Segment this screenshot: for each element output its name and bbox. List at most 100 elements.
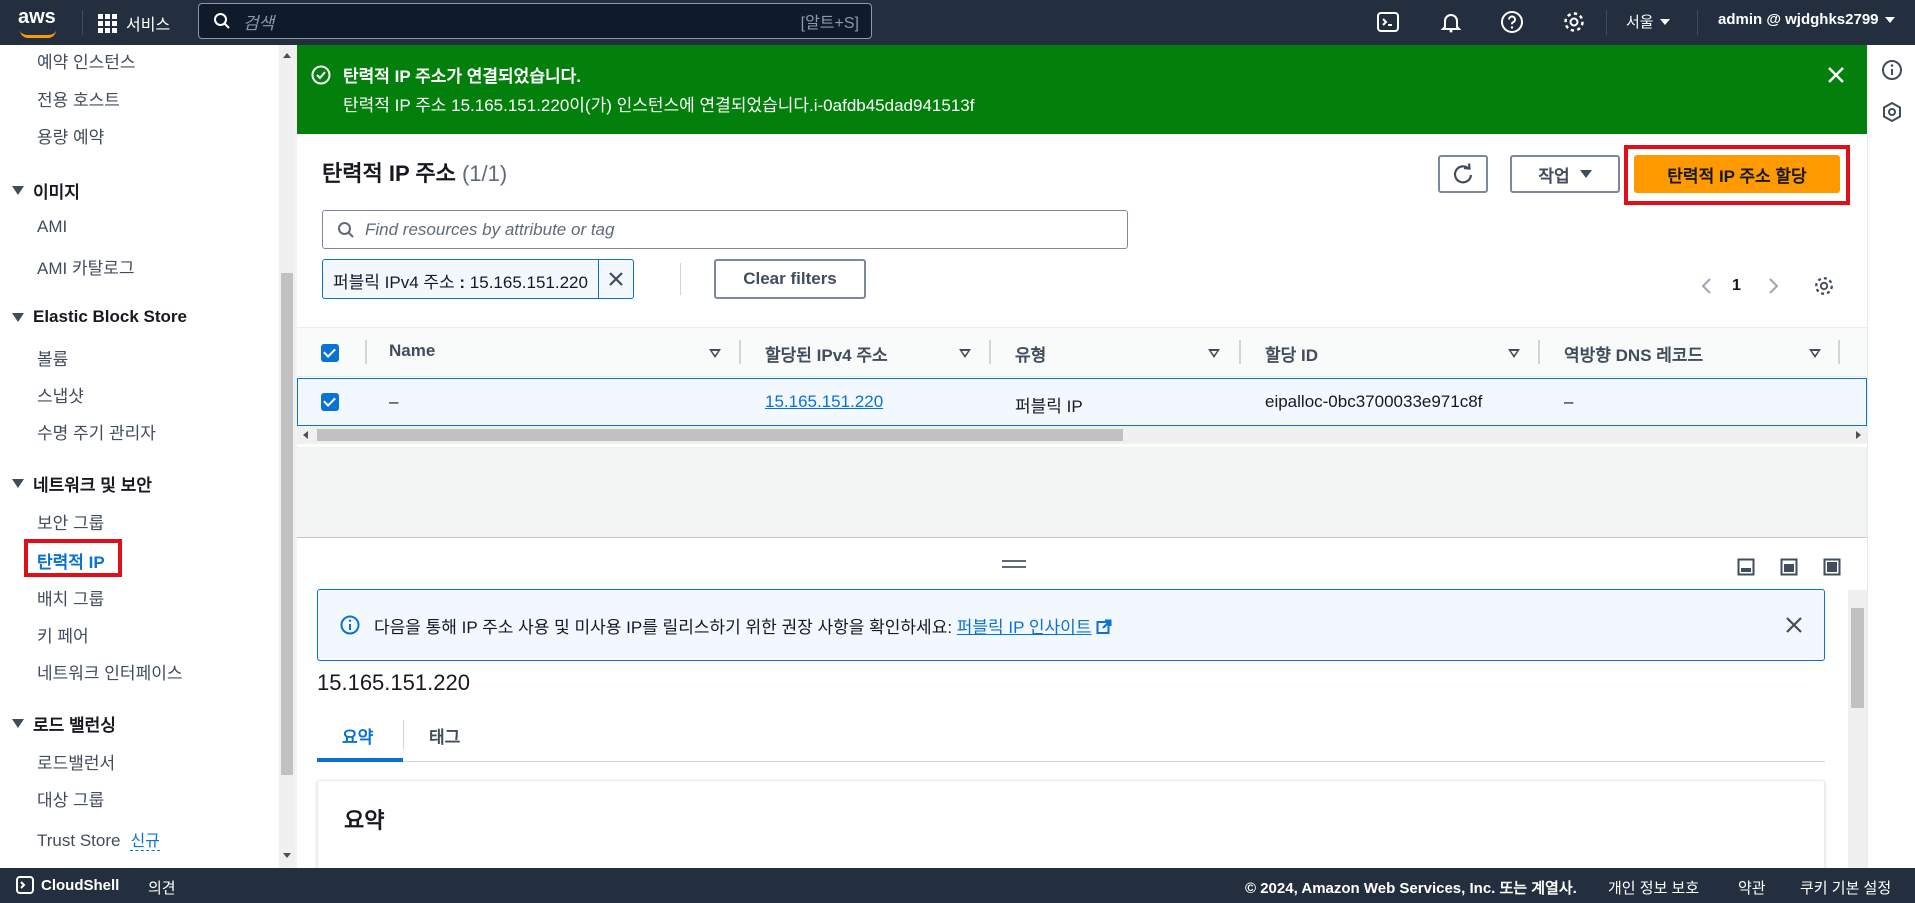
scroll-right-arrow-icon[interactable] <box>1856 431 1861 439</box>
sidebar-item-trust-store[interactable]: Trust Store 신규 <box>37 827 160 851</box>
scrollbar-thumb[interactable] <box>281 273 293 775</box>
triangle-down-icon <box>12 719 24 728</box>
select-all-checkbox[interactable] <box>321 344 339 362</box>
column-header-allocation-id[interactable]: 할당 ID <box>1265 341 1318 366</box>
sidebar-section-title: 네트워크 및 보안 <box>33 476 152 495</box>
sidebar-item-key-pairs[interactable]: 키 페어 <box>37 622 89 647</box>
token-value: 15.165.151.220 <box>469 273 588 292</box>
scroll-down-arrow-icon[interactable] <box>283 853 291 858</box>
table-row[interactable]: – 15.165.151.220 퍼블릭 IP eipalloc-0bc3700… <box>297 378 1867 426</box>
remove-filter-button[interactable] <box>599 260 633 298</box>
panel-full-icon[interactable] <box>1823 558 1841 576</box>
info-alert-text: 다음을 통해 IP 주소 사용 및 미사용 IP를 릴리스하기 위한 권장 사항… <box>374 613 1112 638</box>
search-input[interactable]: 검색 [알트+S] <box>198 3 872 39</box>
table-horizontal-scrollbar[interactable] <box>297 426 1867 444</box>
sidebar-item-network-interfaces[interactable]: 네트워크 인터페이스 <box>37 659 182 684</box>
sort-caret-icon[interactable] <box>959 349 971 358</box>
details-title: 15.165.151.220 <box>317 670 470 695</box>
info-panel-icon[interactable] <box>1881 59 1903 81</box>
sidebar-item-reserved-instances[interactable]: 예약 인스턴스 <box>37 48 136 73</box>
sidebar-section-network-security[interactable]: 네트워크 및 보안 <box>12 471 152 496</box>
scrollbar-thumb[interactable] <box>1851 608 1864 708</box>
sidebar-item-capacity-reservations[interactable]: 용량 예약 <box>37 123 104 148</box>
clear-filters-button[interactable]: Clear filters <box>714 259 866 299</box>
split-panel-scrollbar[interactable] <box>1848 590 1867 868</box>
tab-divider <box>403 720 404 750</box>
token-key: 퍼블릭 IPv4 주소 <box>333 273 455 292</box>
refresh-button[interactable] <box>1438 155 1488 193</box>
column-header-ipv4[interactable]: 할당된 IPv4 주소 <box>765 341 888 366</box>
column-header-reverse-dns[interactable]: 역방향 DNS 레코드 <box>1564 341 1703 366</box>
sidebar-scrollbar[interactable] <box>279 45 295 868</box>
preferences-gear-icon[interactable] <box>1813 275 1835 297</box>
help-icon[interactable] <box>1500 10 1524 34</box>
sidebar-section-images[interactable]: 이미지 <box>12 178 80 203</box>
cookie-preferences-link[interactable]: 쿠키 기본 설정 <box>1800 877 1891 898</box>
resize-handle-icon[interactable] <box>1002 560 1026 568</box>
cell-ipv4-link[interactable]: 15.165.151.220 <box>765 392 883 412</box>
sidebar-item-ami[interactable]: AMI <box>37 217 67 237</box>
sort-caret-icon[interactable] <box>709 349 721 358</box>
info-icon <box>340 615 360 635</box>
services-menu-button[interactable]: 서비스 <box>98 9 170 37</box>
scrollbar-thumb[interactable] <box>317 429 1123 441</box>
column-header-type[interactable]: 유형 <box>1015 341 1046 366</box>
filter-token-label[interactable]: 퍼블릭 IPv4 주소 : 15.165.151.220 <box>323 260 599 298</box>
feedback-link[interactable]: 의견 <box>148 877 176 898</box>
tab-tags[interactable]: 태그 <box>429 723 460 748</box>
chevron-right-icon[interactable] <box>1768 277 1780 295</box>
copyright-text: © 2024, Amazon Web Services, Inc. 또는 계열사… <box>1245 880 1577 897</box>
terms-link[interactable]: 약관 <box>1738 877 1766 898</box>
column-header-name[interactable]: Name <box>389 341 435 361</box>
gear-icon[interactable] <box>1562 10 1586 34</box>
panel-bottom-icon[interactable] <box>1737 558 1755 576</box>
cell-type: 퍼블릭 IP <box>1015 397 1083 416</box>
privacy-link[interactable]: 개인 정보 보호 <box>1608 877 1699 898</box>
sidebar-item-load-balancers[interactable]: 로드밸런서 <box>37 749 115 774</box>
cloudshell-icon[interactable] <box>1376 10 1400 34</box>
panel-gap <box>297 447 1867 537</box>
caret-down-icon <box>1884 16 1895 23</box>
panel-count: (1/1) <box>461 161 508 186</box>
account-menu[interactable]: admin @ wjdghks2799 <box>1718 11 1895 28</box>
sidebar-item-security-groups[interactable]: 보안 그룹 <box>37 509 104 534</box>
sidebar-item-placement-groups[interactable]: 배치 그룹 <box>37 585 104 610</box>
sidebar-section-load-balancing[interactable]: 로드 밸런싱 <box>12 711 116 736</box>
page-number[interactable]: 1 <box>1732 277 1741 295</box>
external-link-icon[interactable] <box>1096 619 1112 635</box>
region-selector[interactable]: 서울 <box>1626 11 1670 32</box>
page-title: 탄력적 IP 주소 (1/1) <box>322 156 507 188</box>
bell-icon[interactable] <box>1439 10 1463 34</box>
cloudshell-button[interactable]: CloudShell <box>16 876 119 894</box>
close-icon[interactable] <box>1825 64 1847 86</box>
panel-middle-icon[interactable] <box>1780 558 1798 576</box>
sidebar-section-ebs[interactable]: Elastic Block Store <box>12 307 187 327</box>
highlight-box-allocate <box>1624 145 1850 205</box>
search-placeholder: 검색 <box>243 13 275 33</box>
column-divider <box>1838 340 1840 364</box>
sidebar-item-snapshots[interactable]: 스냅샷 <box>37 382 84 407</box>
scroll-up-arrow-icon[interactable] <box>283 53 291 58</box>
sidebar-item-target-groups[interactable]: 대상 그룹 <box>37 786 104 811</box>
sidebar-item-lifecycle-manager[interactable]: 수명 주기 관리자 <box>37 419 156 444</box>
close-icon[interactable] <box>1784 615 1804 635</box>
sidebar-item-dedicated-hosts[interactable]: 전용 호스트 <box>37 86 120 111</box>
sidebar-item-volumes[interactable]: 볼륨 <box>37 345 68 370</box>
sidebar-item-ami-catalog[interactable]: AMI 카탈로그 <box>37 254 135 279</box>
scroll-left-arrow-icon[interactable] <box>303 431 308 439</box>
tab-summary[interactable]: 요약 <box>342 723 373 748</box>
actions-dropdown-button[interactable]: 작업 <box>1510 155 1620 193</box>
public-ip-insights-link[interactable]: 퍼블릭 IP 인사이트 <box>957 618 1092 637</box>
sort-caret-icon[interactable] <box>1208 349 1220 358</box>
cloudshell-label: CloudShell <box>41 876 120 894</box>
chevron-left-icon[interactable] <box>1700 277 1712 295</box>
sort-caret-icon[interactable] <box>1508 349 1520 358</box>
triangle-down-icon <box>12 479 24 488</box>
active-tab-indicator <box>317 758 403 762</box>
filter-search-input[interactable]: Find resources by attribute or tag <box>322 210 1128 249</box>
status-hexagon-icon[interactable] <box>1881 101 1903 123</box>
aws-logo[interactable]: aws <box>18 6 62 40</box>
row-checkbox[interactable] <box>321 393 339 411</box>
sort-caret-icon[interactable] <box>1809 349 1821 358</box>
grid-icon <box>98 13 117 33</box>
